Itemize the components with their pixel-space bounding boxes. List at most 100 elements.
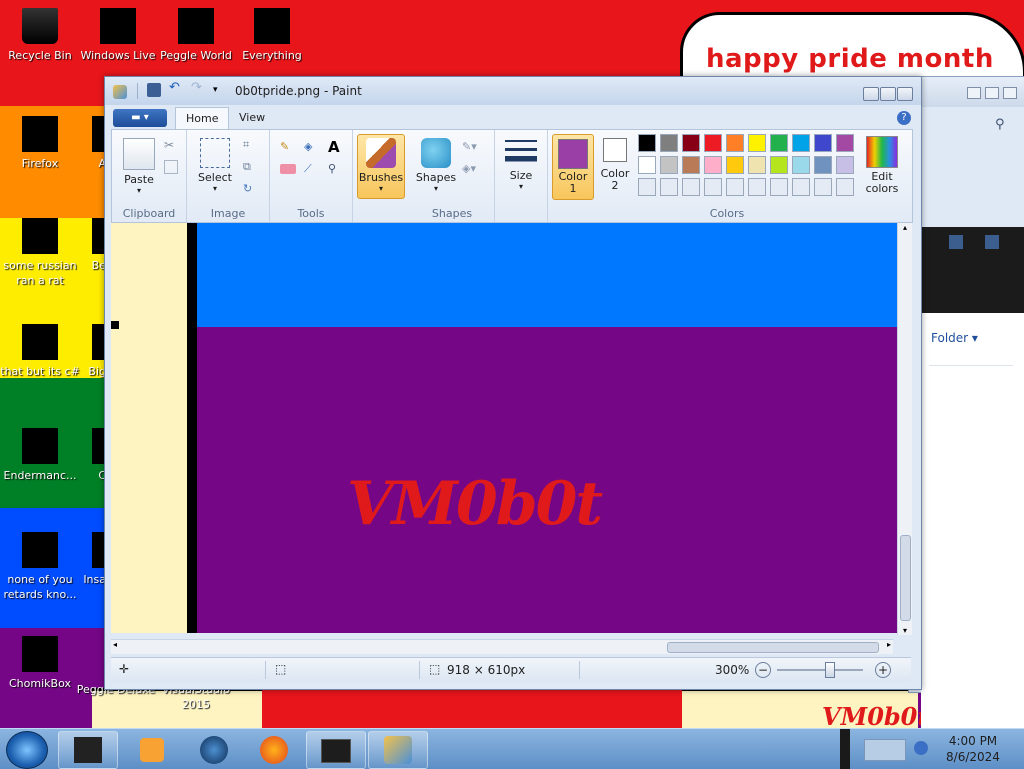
palette-swatch[interactable] (726, 134, 744, 152)
horizontal-scrollbar[interactable]: ◂ ▸ (111, 639, 893, 654)
help-icon[interactable]: ? (897, 111, 911, 125)
palette-swatch[interactable] (770, 156, 788, 174)
cut-icon[interactable]: ✂ (164, 138, 180, 154)
text-icon[interactable]: A (328, 138, 344, 156)
palette-swatch[interactable] (748, 134, 766, 152)
paint-window[interactable]: ↶ ↷ ▾ 0b0tpride.png - Paint ▬ ▾ Home Vie… (104, 76, 922, 690)
explorer-maximize-button[interactable] (985, 87, 999, 99)
rotate-icon[interactable]: ↻ (243, 182, 259, 198)
crop-icon[interactable]: ⌗ (243, 138, 259, 154)
palette-swatch[interactable] (682, 156, 700, 174)
taskbar-media-player[interactable] (122, 731, 182, 769)
vertical-scroll-thumb[interactable] (900, 535, 911, 621)
tab-home[interactable]: Home (175, 107, 230, 130)
palette-custom-swatch[interactable] (660, 178, 678, 196)
fill-icon[interactable]: ◈ (304, 140, 320, 156)
magnifier-icon[interactable]: ⚲ (328, 162, 344, 178)
color-picker-icon[interactable]: ⟋ (304, 162, 320, 178)
shapes-button[interactable]: Shapes ▾ (414, 138, 458, 193)
paint-close-button[interactable] (897, 87, 913, 101)
copy-icon[interactable] (164, 160, 178, 174)
palette-custom-swatch[interactable] (814, 178, 832, 196)
recycle-bin-icon[interactable]: Recycle Bin (0, 2, 80, 63)
palette-custom-swatch[interactable] (770, 178, 788, 196)
outline-icon[interactable]: ✎▾ (462, 140, 478, 156)
windows-live-icon[interactable]: Windows Live (78, 2, 158, 63)
everything-icon[interactable]: Everything (232, 2, 312, 63)
partial-icon-a[interactable]: A (62, 110, 106, 171)
eraser-icon[interactable] (280, 164, 296, 174)
scroll-down-icon[interactable]: ▾ (898, 626, 912, 635)
show-desktop-strip[interactable] (840, 729, 850, 769)
size-button[interactable]: Size ▾ (499, 140, 543, 191)
partial-icon-big[interactable]: Big (62, 318, 106, 379)
partial-icon-insa[interactable]: Insa (62, 526, 106, 587)
scroll-right-icon[interactable]: ▸ (887, 640, 891, 649)
zoom-in-button[interactable]: + (875, 662, 891, 678)
color2-button[interactable]: Color 2 (596, 138, 634, 192)
tab-view[interactable]: View (229, 107, 275, 129)
tray-app-icon[interactable] (864, 739, 906, 761)
start-button[interactable] (6, 731, 48, 769)
palette-swatch[interactable] (836, 156, 854, 174)
canvas-area[interactable]: VM0b0t (111, 223, 911, 633)
explorer-window[interactable]: ⚲ Folder ▾ (908, 76, 1024, 768)
taskbar-recycle-bin[interactable] (58, 731, 118, 769)
scroll-up-icon[interactable]: ▴ (898, 223, 912, 232)
undo-icon[interactable]: ↶ (169, 80, 183, 95)
palette-swatch[interactable] (770, 134, 788, 152)
explorer-search-icon[interactable]: ⚲ (995, 117, 1005, 132)
taskbar-firefox[interactable] (244, 731, 304, 769)
palette-swatch[interactable] (748, 156, 766, 174)
taskbar-globe[interactable] (184, 731, 244, 769)
scroll-left-icon[interactable]: ◂ (113, 640, 117, 649)
zoom-slider-thumb[interactable] (825, 662, 835, 678)
palette-swatch[interactable] (726, 156, 744, 174)
vertical-scrollbar[interactable]: ▴ ▾ (897, 223, 912, 635)
palette-custom-swatch[interactable] (792, 178, 810, 196)
zoom-slider-track[interactable] (777, 669, 863, 671)
peggle-world-icon[interactable]: Peggle World (156, 2, 236, 63)
palette-custom-swatch[interactable] (638, 178, 656, 196)
taskbar-explorer[interactable] (306, 731, 366, 769)
explorer-close-button[interactable] (1003, 87, 1017, 99)
paint-menu-button[interactable]: ▬ ▾ (113, 109, 167, 127)
edit-colors-button[interactable]: Edit colors (862, 136, 902, 195)
chomikbox-icon[interactable]: ChomikBox (0, 630, 80, 691)
save-icon[interactable] (147, 83, 161, 97)
paint-maximize-button[interactable] (880, 87, 896, 101)
resize-icon[interactable]: ⧉ (243, 160, 259, 176)
palette-custom-swatch[interactable] (836, 178, 854, 196)
clock[interactable]: 4:00 PM 8/6/2024 (928, 733, 1018, 765)
palette-custom-swatch[interactable] (726, 178, 744, 196)
palette-swatch[interactable] (814, 156, 832, 174)
palette-custom-swatch[interactable] (682, 178, 700, 196)
palette-custom-swatch[interactable] (704, 178, 722, 196)
paste-button[interactable]: Paste ▾ (118, 138, 160, 195)
horizontal-scroll-thumb[interactable] (667, 642, 879, 653)
palette-swatch[interactable] (638, 134, 656, 152)
select-button[interactable]: Select ▾ (193, 138, 237, 193)
explorer-minimize-button[interactable] (967, 87, 981, 99)
palette-swatch[interactable] (660, 134, 678, 152)
explorer-folder-label[interactable]: Folder ▾ (931, 331, 978, 345)
paint-titlebar[interactable]: ↶ ↷ ▾ 0b0tpride.png - Paint (105, 77, 921, 105)
qat-dropdown-icon[interactable]: ▾ (213, 85, 227, 99)
taskbar-paint[interactable] (368, 731, 428, 769)
paint-minimize-button[interactable] (863, 87, 879, 101)
redo-icon[interactable]: ↷ (191, 80, 205, 95)
palette-swatch[interactable] (836, 134, 854, 152)
partial-icon-be[interactable]: Be (62, 212, 106, 273)
paint-app-icon[interactable] (113, 85, 127, 99)
fill-shape-icon[interactable]: ◈▾ (462, 162, 478, 178)
palette-swatch[interactable] (792, 134, 810, 152)
tray-network-icon[interactable] (914, 741, 928, 755)
palette-swatch[interactable] (638, 156, 656, 174)
partial-icon-c[interactable]: C (62, 422, 106, 483)
palette-swatch[interactable] (704, 134, 722, 152)
brushes-button[interactable]: Brushes ▾ (357, 134, 405, 199)
palette-custom-swatch[interactable] (748, 178, 766, 196)
palette-swatch[interactable] (792, 156, 810, 174)
zoom-out-button[interactable]: − (755, 662, 771, 678)
pencil-icon[interactable]: ✎ (280, 140, 296, 156)
